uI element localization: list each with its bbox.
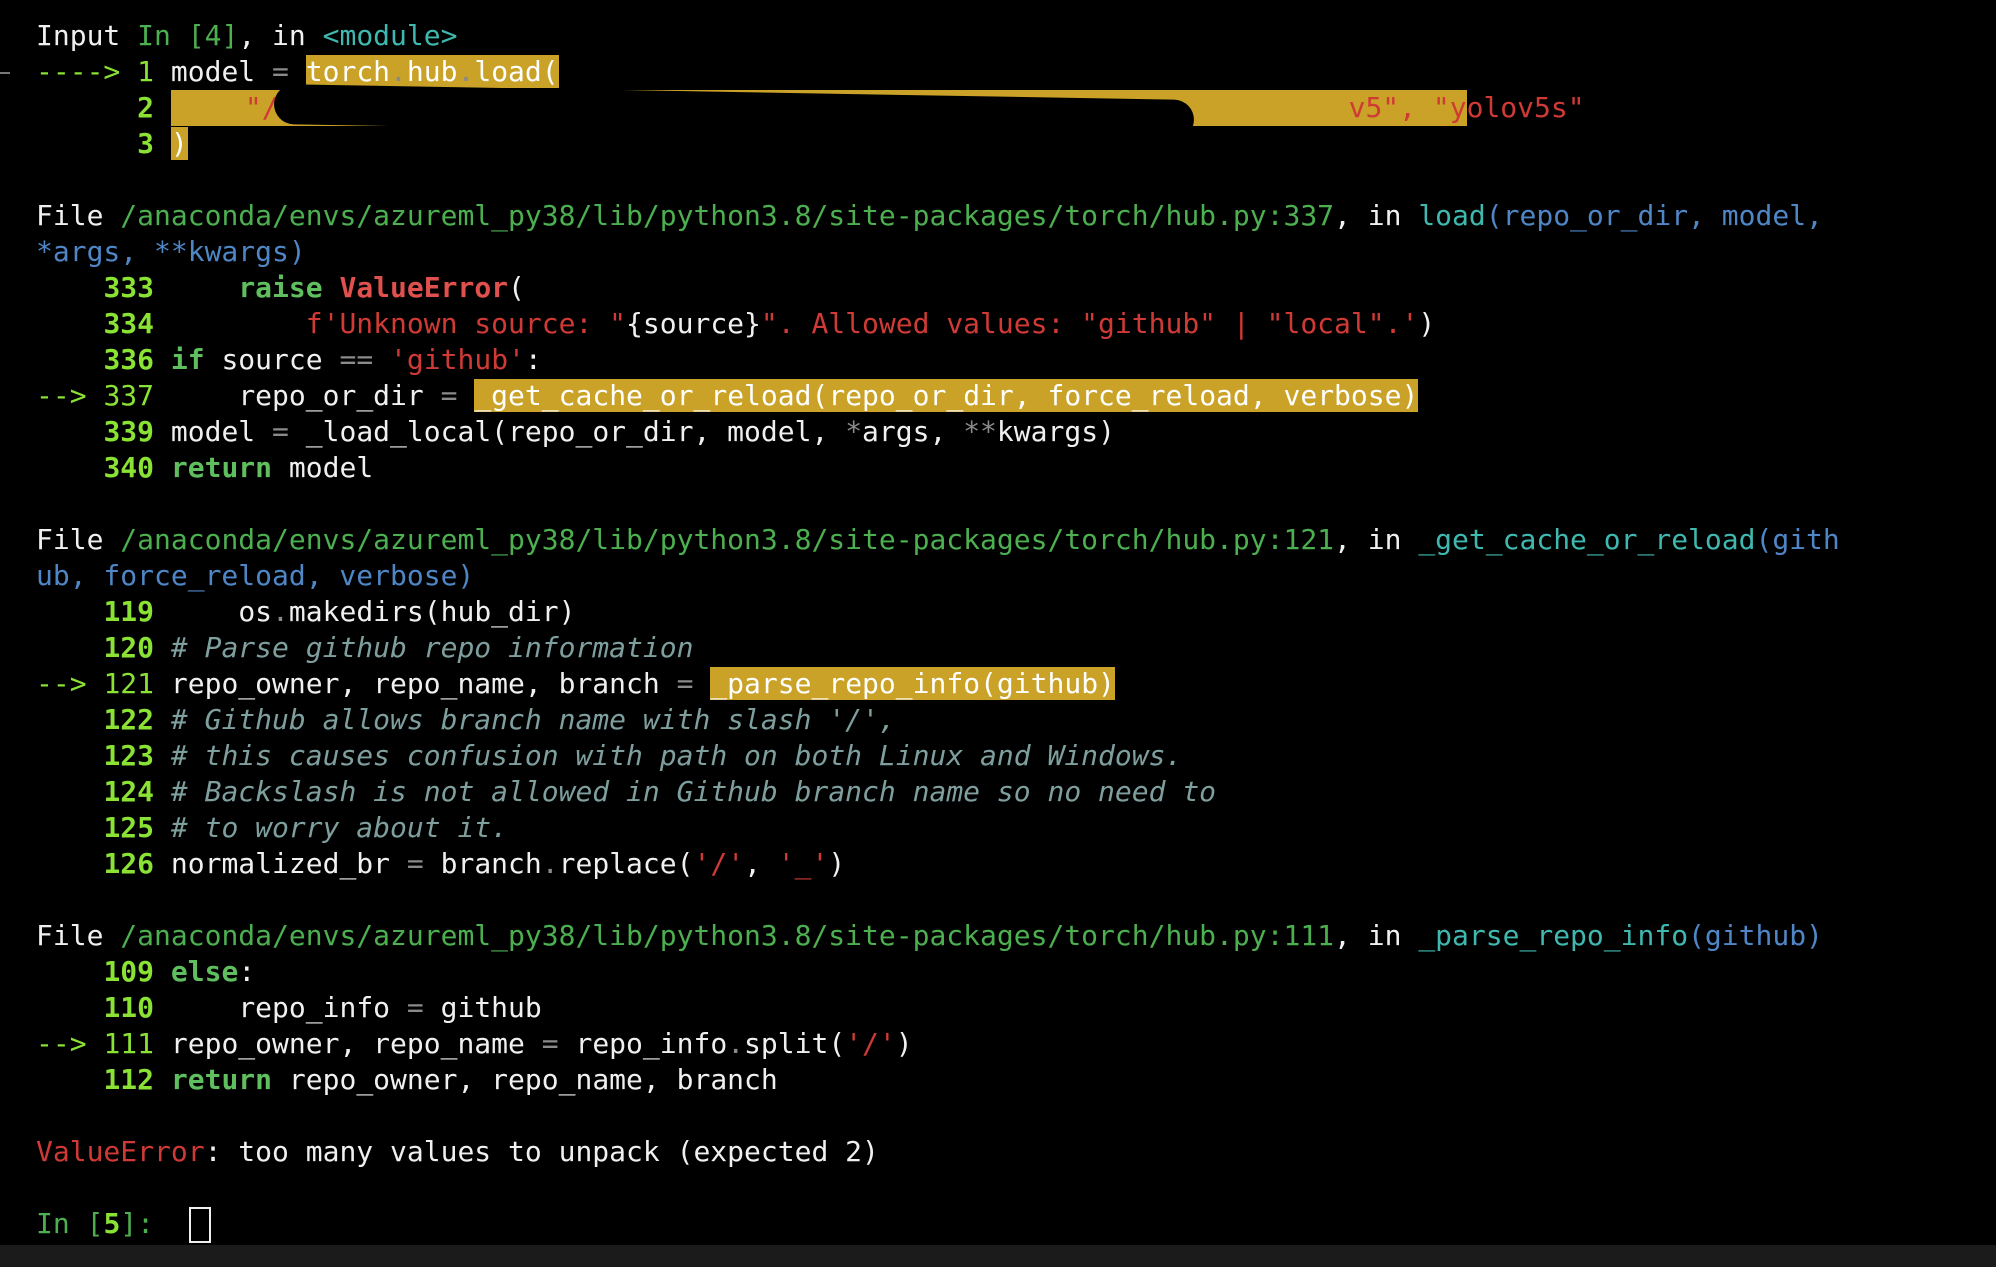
- error-message: ValueError: too many values to unpack (e…: [36, 1135, 879, 1168]
- input-prompt[interactable]: In [5]:: [36, 1206, 1996, 1243]
- function-name: _get_cache_or_reload: [1418, 523, 1756, 556]
- code-line: --> 111 repo_owner, repo_name = repo_inf…: [36, 1027, 913, 1060]
- file-path: /anaconda/envs/azureml_py38/lib/python3.…: [120, 199, 1335, 232]
- code-line: --> 121 repo_owner, repo_name, branch = …: [36, 667, 1115, 700]
- code-line: 334 f'Unknown source: "{source}". Allowe…: [103, 307, 1436, 340]
- function-name: _parse_repo_info: [1418, 919, 1689, 952]
- code-line: --> 337 repo_or_dir = _get_cache_or_relo…: [36, 379, 1419, 412]
- code-line: 109 else:: [103, 955, 256, 988]
- input-header: Input In [4], in <module>: [36, 19, 458, 52]
- code-line: 110 repo_info = github: [103, 991, 542, 1024]
- code-line: 119 os.makedirs(hub_dir): [103, 595, 576, 628]
- code-line: 336 if source == 'github':: [103, 343, 542, 376]
- terminal-output: Input In [4], in <module> ----> 1 model …: [36, 18, 1996, 1243]
- code-line: 112 return repo_owner, repo_name, branch: [103, 1063, 778, 1096]
- error-type: ValueError: [36, 1135, 205, 1168]
- traceback-frame-header: File /anaconda/envs/azureml_py38/lib/pyt…: [36, 523, 1840, 556]
- code-line: 125 # to worry about it.: [103, 811, 509, 844]
- file-path: /anaconda/envs/azureml_py38/lib/python3.…: [120, 523, 1335, 556]
- code-line: 333 raise ValueError(: [103, 271, 525, 304]
- code-line: 124 # Backslash is not allowed in Github…: [103, 775, 1217, 808]
- code-line: 122 # Github allows branch name with sla…: [103, 703, 896, 736]
- margin-marker: [0, 72, 10, 74]
- code-line: 123 # this causes confusion with path on…: [103, 739, 1183, 772]
- highlighted-call: torch.hub.load(: [305, 55, 559, 88]
- code-line: 2 "/v5", "yolov5s": [36, 83, 1996, 141]
- code-line: 340 return model: [103, 451, 374, 484]
- code-line: 126 normalized_br = branch.replace('/', …: [103, 847, 846, 880]
- code-line: 339 model = _load_local(repo_or_dir, mod…: [103, 415, 1115, 448]
- function-name: load: [1418, 199, 1486, 232]
- code-line: 120 # Parse github repo information: [103, 631, 694, 664]
- file-path: /anaconda/envs/azureml_py38/lib/python3.…: [120, 919, 1335, 952]
- text-cursor[interactable]: [188, 1207, 211, 1243]
- traceback-frame-header: File /anaconda/envs/azureml_py38/lib/pyt…: [36, 199, 1823, 232]
- bottom-bar: [0, 1245, 1996, 1267]
- traceback-frame-header: File /anaconda/envs/azureml_py38/lib/pyt…: [36, 919, 1823, 952]
